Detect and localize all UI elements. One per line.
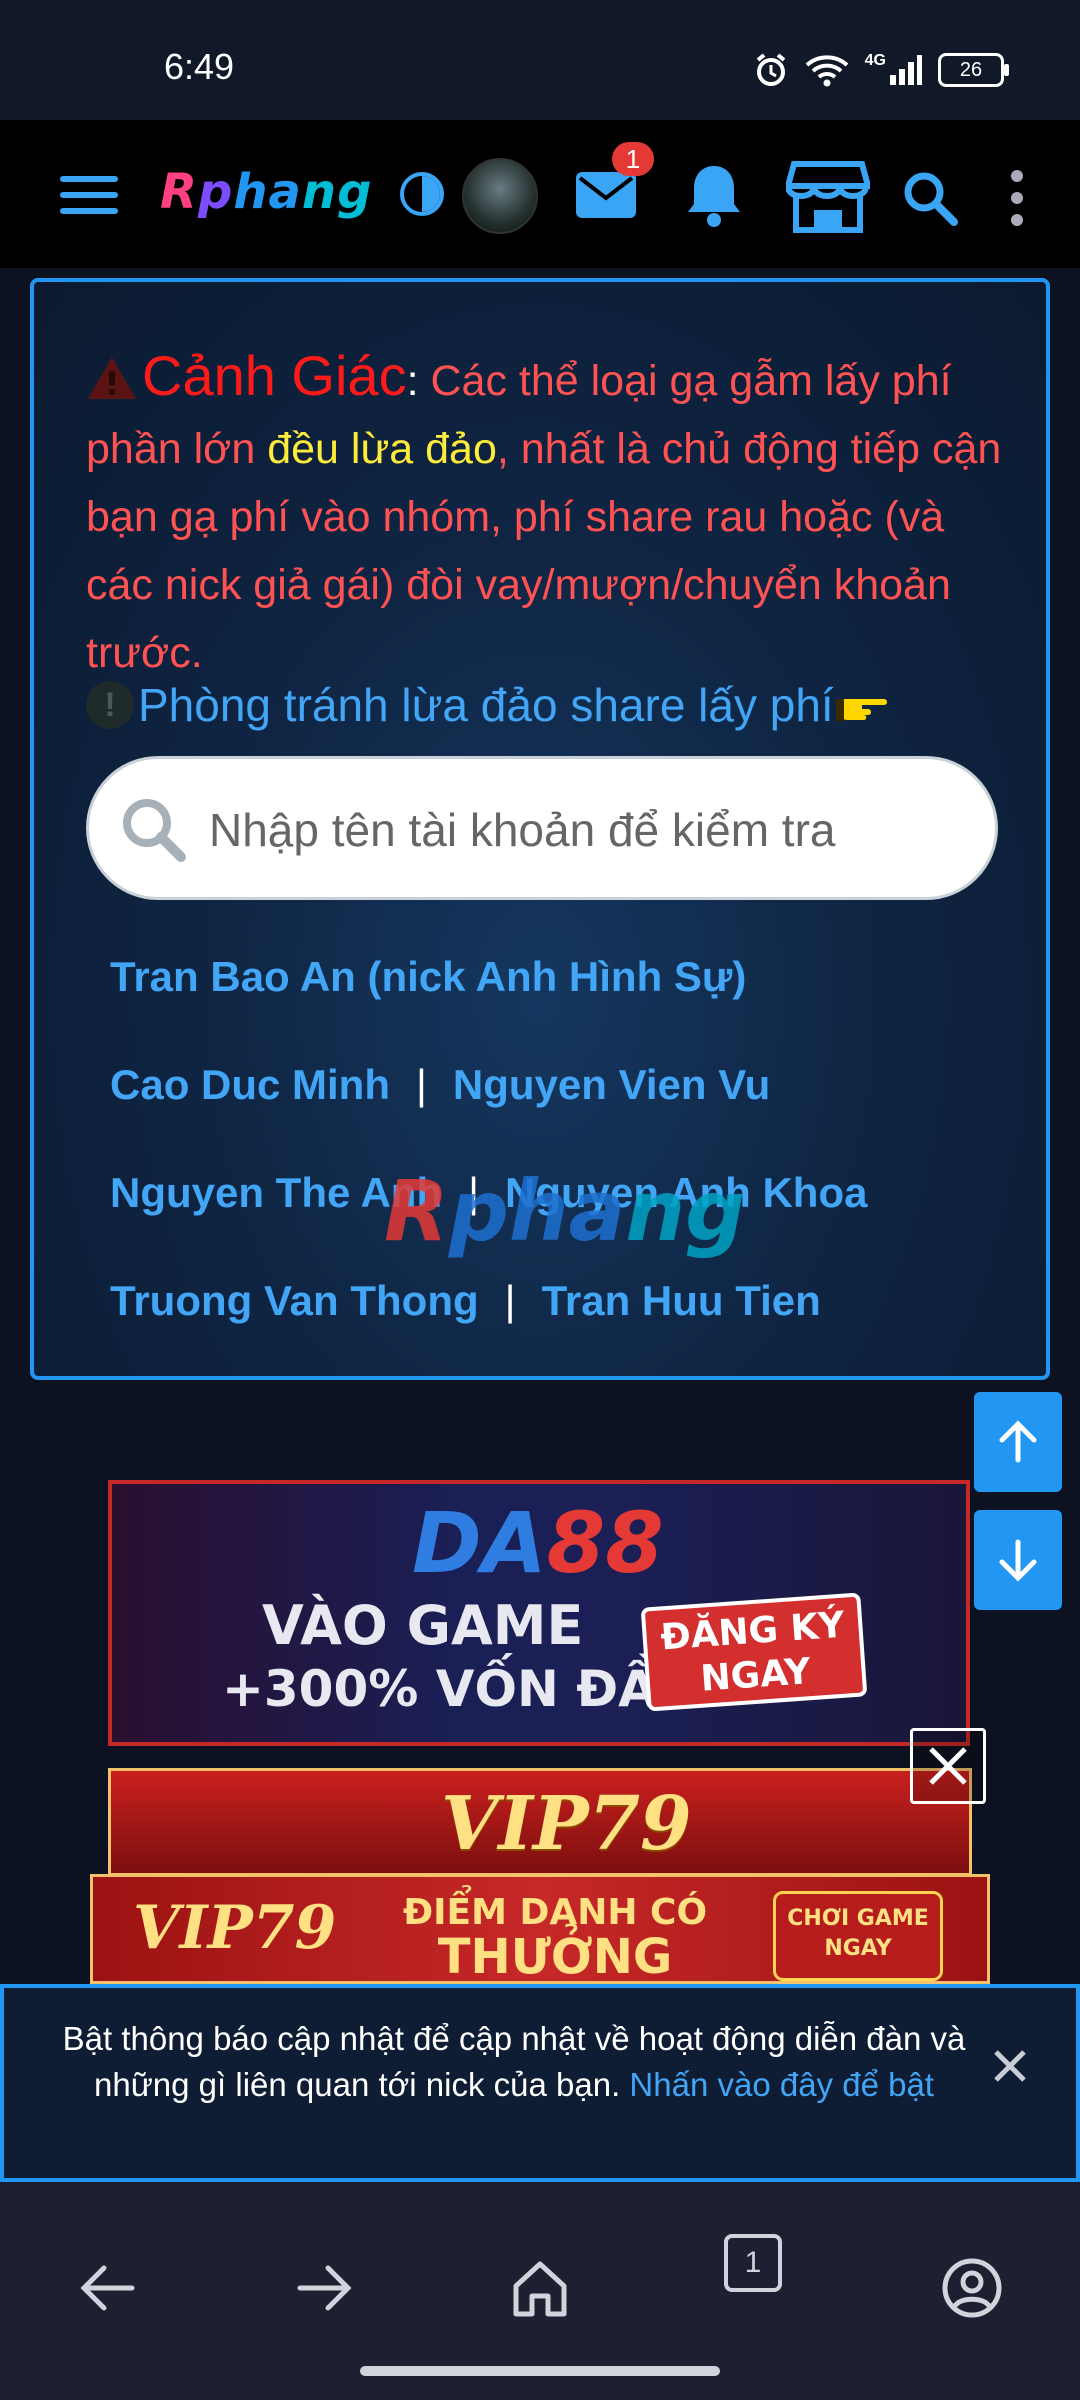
signal-icon	[890, 55, 922, 85]
status-icons: 4G 26	[753, 52, 1009, 88]
network-type: 4G	[864, 52, 886, 69]
mail-badge: 1	[612, 142, 654, 176]
pointing-hand-icon	[835, 699, 887, 721]
status-bar: 6:49 4G 26	[0, 0, 1080, 120]
ad-banner-vip79[interactable]: VIP79	[108, 1768, 972, 1876]
ad-headline: VÀO GAME	[262, 1594, 584, 1657]
store-icon[interactable]	[786, 160, 870, 234]
scroll-top-button[interactable]	[974, 1392, 1062, 1492]
ad-brand: VIP79	[441, 1781, 692, 1867]
battery-indicator: 26	[938, 53, 1009, 87]
scroll-bottom-button[interactable]	[974, 1510, 1062, 1610]
warning-highlight: đều lừa đảo	[267, 425, 497, 473]
back-icon[interactable]	[76, 2256, 140, 2320]
user-avatar[interactable]	[462, 158, 538, 234]
ad-headline: ĐIỂM DANH CÓ THƯỞNG	[403, 1892, 708, 1984]
home-icon[interactable]	[508, 2256, 572, 2320]
scammer-link[interactable]: Tran Huu Tien	[542, 1277, 821, 1324]
scam-tips-link[interactable]: ! Phòng tránh lừa đảo share lấy phí	[86, 678, 890, 732]
bell-icon[interactable]	[682, 160, 746, 230]
menu-icon[interactable]	[60, 176, 118, 216]
theme-toggle-icon[interactable]	[400, 172, 444, 216]
scammer-link[interactable]: Nguyen Vien Vu	[453, 1061, 770, 1108]
warning-text: Cảnh Giác: Các thể loại gạ gẫm lấy phí p…	[86, 344, 1002, 677]
ad-banner-vip79-checkin[interactable]: VIP79 ĐIỂM DANH CÓ THƯỞNG CHƠI GAME NGAY	[90, 1874, 990, 1984]
account-icon[interactable]	[940, 2256, 1004, 2320]
gesture-bar	[360, 2366, 720, 2376]
account-search-input[interactable]	[207, 789, 971, 871]
clock: 6:49	[164, 46, 235, 87]
site-logo[interactable]: Rphang	[160, 164, 372, 220]
list-item: Tran Bao An (nick Anh Hình Sự)	[110, 952, 990, 1060]
forum-header: Rphang 1	[0, 120, 1080, 268]
search-icon	[123, 799, 186, 862]
ad-play-button[interactable]: CHƠI GAME NGAY	[773, 1891, 943, 1981]
warning-icon	[88, 357, 136, 399]
ad-register-button[interactable]: ĐĂNG KÝ NGAY	[640, 1592, 868, 1712]
notification-text: Bật thông báo cập nhật để cập nhật về ho…	[62, 2020, 966, 2103]
wifi-icon	[805, 55, 848, 87]
close-icon	[929, 1747, 967, 1785]
list-item: Truong Van Thong | Tran Huu Tien	[110, 1277, 821, 1324]
ad-subline: +300% VỐN ĐẦU	[222, 1660, 698, 1718]
forward-icon[interactable]	[292, 2256, 356, 2320]
push-notification-banner: Bật thông báo cập nhật để cập nhật về ho…	[0, 1984, 1080, 2182]
ad-brand: DA88	[412, 1494, 664, 1592]
close-icon[interactable]	[990, 2046, 1030, 2086]
warning-title: Cảnh Giác	[142, 344, 407, 407]
list-item: Cao Duc Minh | Nguyen Vien Vu	[110, 1061, 771, 1108]
logo-watermark: Rphang	[384, 1162, 746, 1260]
arrow-up-icon	[999, 1420, 1037, 1463]
ad-close-button[interactable]	[910, 1728, 986, 1804]
scammer-link[interactable]: Cao Duc Minh	[110, 1061, 390, 1108]
alarm-icon	[756, 53, 785, 86]
account-check-search[interactable]	[86, 756, 998, 900]
ad-banner-da88[interactable]: DA88 VÀO GAME +300% VỐN ĐẦU ĐĂNG KÝ NGAY	[108, 1480, 970, 1746]
arrow-down-icon	[999, 1539, 1037, 1582]
enable-notifications-link[interactable]: Nhấn vào đây để bật	[629, 2066, 934, 2103]
scammer-link[interactable]: Truong Van Thong	[110, 1277, 479, 1324]
ad-brand: VIP79	[133, 1893, 337, 1963]
scam-warning-panel: Cảnh Giác: Các thể loại gạ gẫm lấy phí p…	[30, 278, 1050, 1380]
tab-switcher-button[interactable]: 1	[724, 2234, 782, 2292]
search-icon[interactable]	[900, 168, 960, 228]
scammer-link[interactable]: Tran Bao An (nick Anh Hình Sự)	[110, 953, 746, 1000]
info-icon: !	[86, 681, 134, 729]
more-options-icon[interactable]	[1010, 170, 1024, 226]
